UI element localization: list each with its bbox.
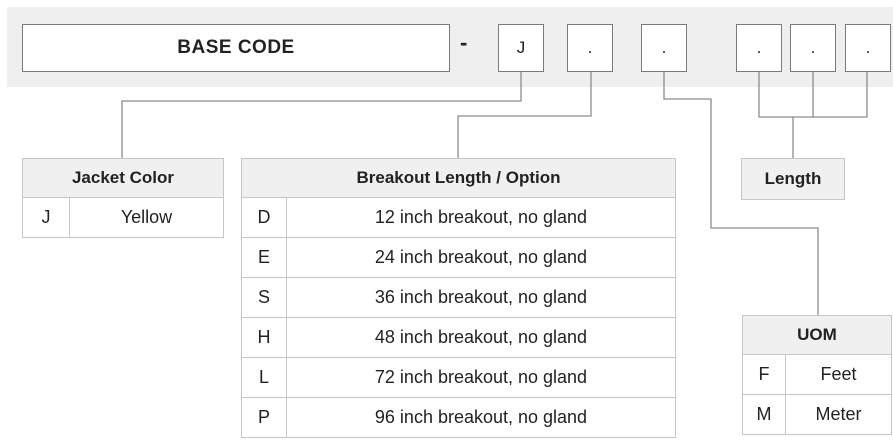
table-row: M Meter (742, 394, 892, 435)
option-code: E (241, 237, 287, 278)
table-row: E 24 inch breakout, no gland (241, 237, 676, 278)
option-code: F (742, 354, 786, 395)
table-row: D 12 inch breakout, no gland (241, 197, 676, 238)
option-description: 12 inch breakout, no gland (286, 197, 676, 238)
option-description: 72 inch breakout, no gland (286, 357, 676, 398)
option-description: 36 inch breakout, no gland (286, 277, 676, 318)
uom-table: UOM F Feet M Meter (742, 315, 892, 435)
jacket-color-table: Jacket Color J Yellow (22, 158, 224, 238)
option-code: D (241, 197, 287, 238)
option-code: L (241, 357, 287, 398)
uom-header: UOM (742, 315, 892, 355)
option-code: H (241, 317, 287, 358)
option-description: 96 inch breakout, no gland (286, 397, 676, 438)
length-header: Length (741, 158, 845, 200)
option-code: J (22, 197, 70, 238)
option-description: Yellow (69, 197, 224, 238)
table-row: J Yellow (22, 197, 224, 238)
table-row: L 72 inch breakout, no gland (241, 357, 676, 398)
breakout-option-table: Breakout Length / Option D 12 inch break… (241, 158, 676, 438)
table-row: H 48 inch breakout, no gland (241, 317, 676, 358)
option-description: 48 inch breakout, no gland (286, 317, 676, 358)
option-description: Feet (785, 354, 892, 395)
option-description: Meter (785, 394, 892, 435)
table-row: F Feet (742, 354, 892, 395)
connector-jacket (121, 72, 522, 158)
length-table: Length (741, 158, 845, 200)
option-description: 24 inch breakout, no gland (286, 237, 676, 278)
connector-breakout (457, 72, 592, 158)
table-row: P 96 inch breakout, no gland (241, 397, 676, 438)
option-code: S (241, 277, 287, 318)
jacket-color-header: Jacket Color (22, 158, 224, 198)
breakout-header: Breakout Length / Option (241, 158, 676, 198)
option-code: M (742, 394, 786, 435)
option-code: P (241, 397, 287, 438)
table-row: S 36 inch breakout, no gland (241, 277, 676, 318)
